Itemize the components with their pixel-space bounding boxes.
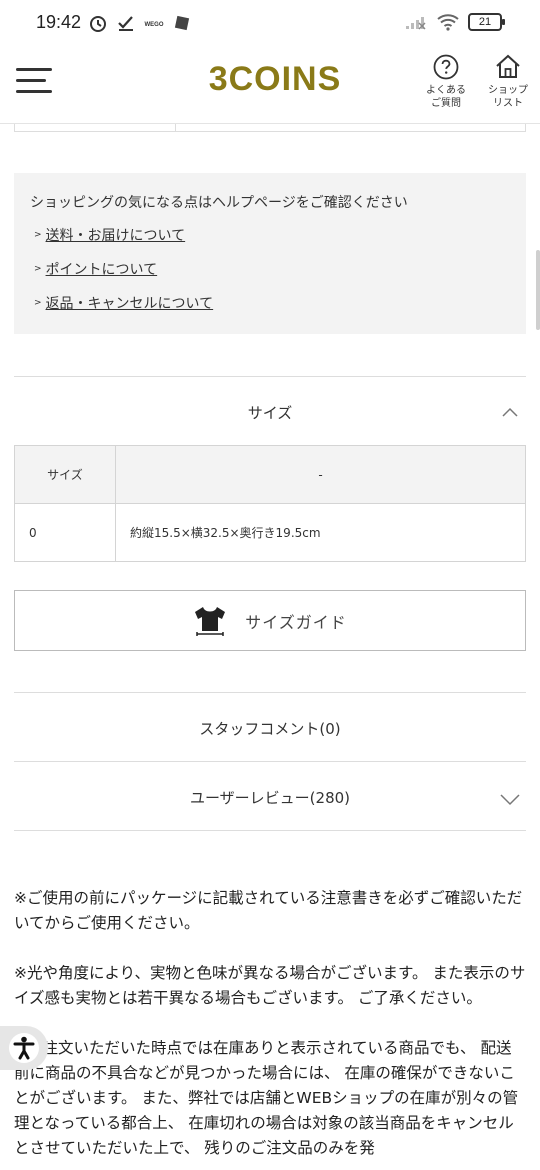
status-system-icons: 21 — [404, 13, 505, 31]
site-logo[interactable]: 3COINS — [200, 60, 350, 99]
divider — [14, 692, 526, 693]
note-paragraph: ※光や角度により、実物と色味が異なる場合がございます。 また表示のサイズ感も実物… — [14, 964, 526, 1007]
shop-label-line1: ショップ — [488, 85, 528, 96]
accessibility-button[interactable] — [0, 1026, 48, 1070]
help-title: ショッピングの気になる点はヘルプページをご確認ください — [30, 195, 408, 211]
help-link-points-label[interactable]: ポイントについて — [46, 259, 158, 279]
table-cell: 0 — [14, 503, 116, 562]
chevron-down-icon[interactable] — [500, 791, 520, 807]
svg-text:WEGO: WEGO — [145, 22, 164, 28]
status-time: 19:42 — [36, 12, 82, 32]
staff-comment-title: スタッフコメント(0) — [199, 720, 341, 738]
size-accordion-header[interactable]: サイズ — [14, 402, 526, 423]
signal-icon — [406, 17, 426, 30]
table-header-cell: サイズ — [14, 445, 116, 504]
size-guide-label: サイズガイド — [245, 612, 347, 632]
status-notification-icons: WEGO — [88, 13, 192, 33]
note-paragraph: ※ご注文いただいた時点では在庫ありと表示されている商品でも、 配送前に商品の不具… — [14, 1039, 519, 1157]
user-review-title: ユーザーレビュー(280) — [189, 789, 351, 807]
scrollbar-thumb[interactable] — [536, 250, 540, 330]
battery-icon: 21 — [468, 13, 505, 31]
help-link-shipping[interactable]: > 送料・お届けについて — [30, 225, 510, 245]
user-review-header[interactable]: ユーザーレビュー(280) — [14, 787, 526, 808]
faq-label-line2: ご質問 — [431, 98, 461, 109]
faq-button[interactable]: よくある ご質問 — [420, 54, 472, 110]
help-link-returns-label[interactable]: 返品・キャンセルについて — [46, 293, 214, 313]
app-notification-icon — [174, 15, 190, 31]
wego-app-icon: WEGO — [145, 22, 164, 28]
site-header: 3COINS よくある ご質問 ショップ リスト — [0, 46, 540, 124]
tshirt-icon — [195, 606, 226, 636]
check-download-icon — [118, 16, 133, 31]
alarm-icon — [90, 16, 106, 32]
accessibility-icon-wrap — [9, 1033, 39, 1063]
chevron-right-icon: > — [34, 230, 42, 240]
help-link-shipping-label[interactable]: 送料・お届けについて — [46, 225, 186, 245]
menu-icon[interactable] — [16, 68, 52, 94]
size-table: サイズ - 0 約縦15.5×横32.5×奥行き19.5cm — [14, 445, 526, 562]
table-remnant — [14, 124, 526, 132]
table-row: 0 約縦15.5×横32.5×奥行き19.5cm — [14, 503, 526, 562]
table-header-cell: - — [115, 445, 526, 504]
question-icon — [433, 54, 459, 80]
help-link-returns[interactable]: > 返品・キャンセルについて — [30, 293, 510, 313]
table-cell: 約縦15.5×横32.5×奥行き19.5cm — [115, 503, 526, 562]
shop-list-button[interactable]: ショップ リスト — [482, 54, 534, 110]
help-box: ショッピングの気になる点はヘルプページをご確認ください > 送料・お届けについて… — [14, 173, 526, 334]
shop-label-line2: リスト — [493, 98, 523, 109]
chevron-right-icon: > — [34, 264, 42, 274]
size-guide-button[interactable]: サイズガイド — [14, 590, 526, 651]
size-accordion-title: サイズ — [247, 404, 293, 422]
staff-comment-header[interactable]: スタッフコメント(0) — [14, 718, 526, 739]
divider — [14, 376, 526, 377]
status-bar: 19:42 WEGO 21 — [0, 0, 540, 46]
accessibility-icon — [13, 1036, 35, 1060]
help-link-points[interactable]: > ポイントについて — [30, 259, 510, 279]
chevron-right-icon: > — [34, 298, 42, 308]
divider — [14, 761, 526, 762]
faq-label-line1: よくある — [426, 85, 466, 96]
table-header-row: サイズ - — [14, 445, 526, 504]
wifi-icon — [437, 14, 459, 31]
home-icon — [496, 54, 520, 78]
product-notes: ※ご使用の前にパッケージに記載されている注意書きを必ずご確認いただいてからご使用… — [14, 886, 526, 1170]
divider — [14, 830, 526, 831]
chevron-up-icon[interactable] — [502, 404, 518, 420]
note-paragraph: ※ご使用の前にパッケージに記載されている注意書きを必ずご確認いただいてからご使用… — [14, 889, 523, 932]
